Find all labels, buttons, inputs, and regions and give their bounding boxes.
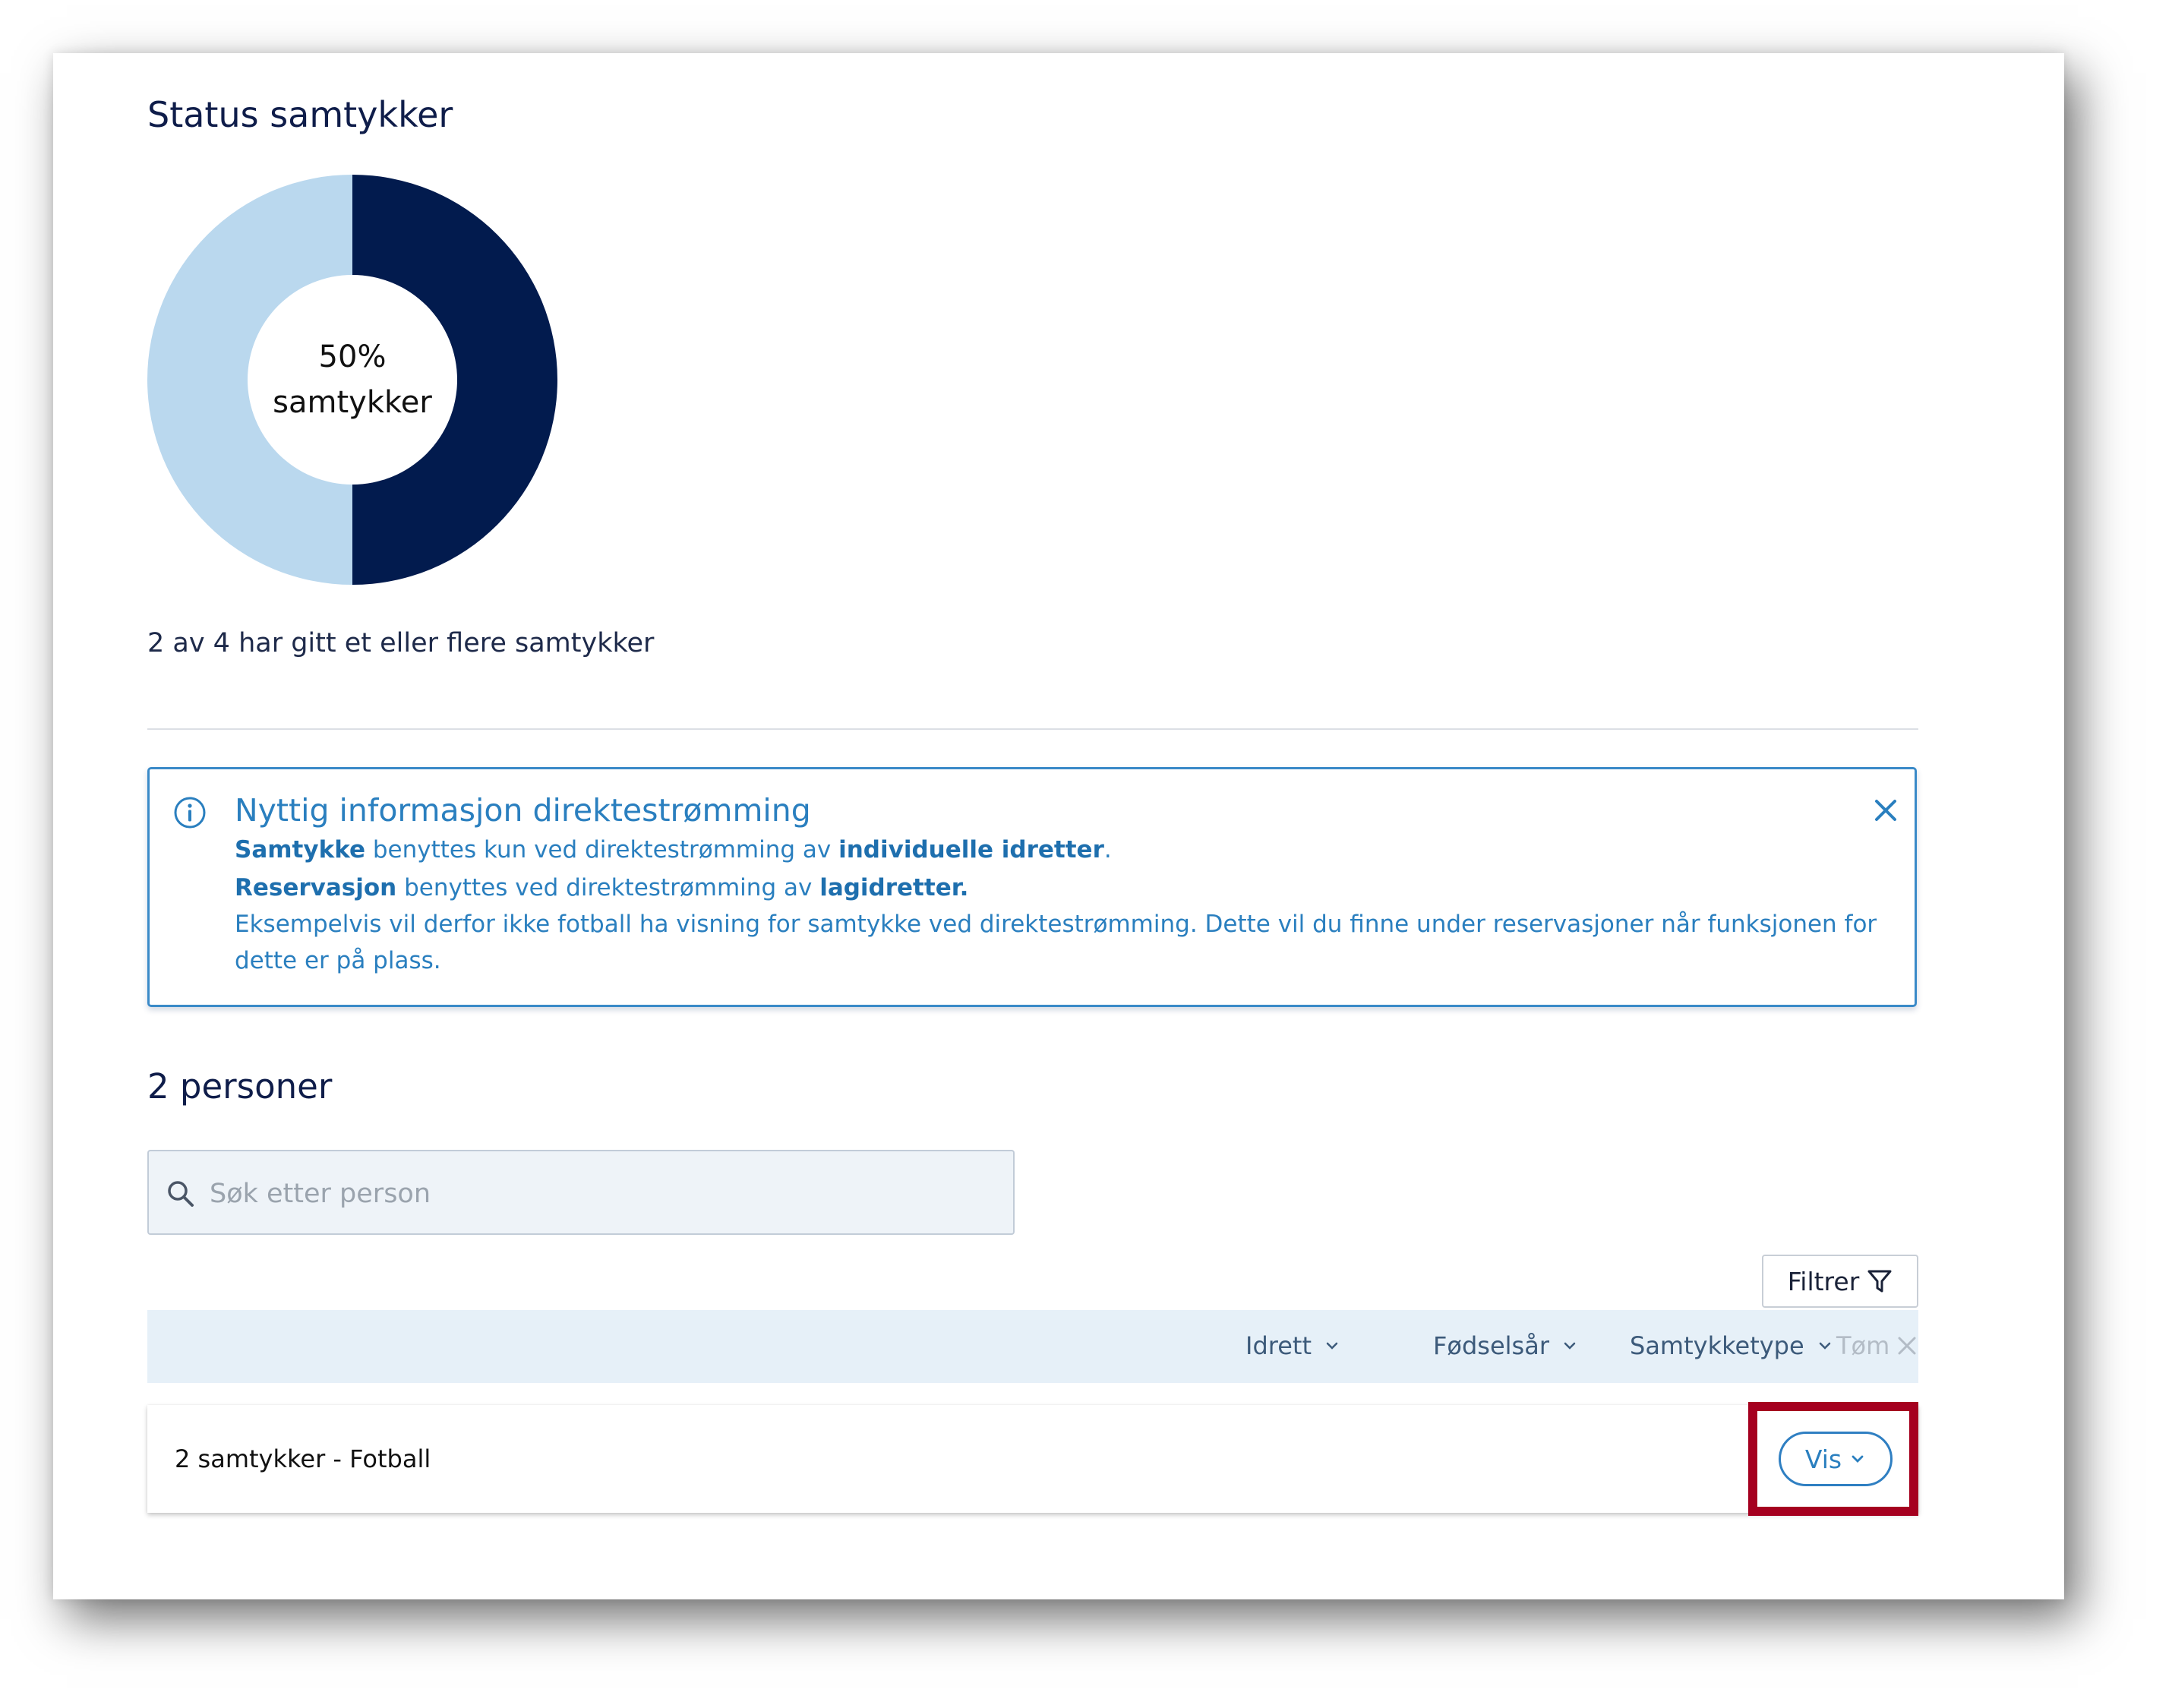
close-icon xyxy=(1898,1337,1916,1355)
info-line-samtykke: Samtykke benyttes kun ved direktestrømmi… xyxy=(235,836,1112,863)
content-panel: Status samtykker 50% samtykker 2 av 4 ha… xyxy=(53,53,2064,1599)
list-item: 2 samtykker - Fotball xyxy=(147,1405,1918,1513)
info-term-individual-sports: individuelle idretter xyxy=(838,836,1104,863)
info-term-samtykke: Samtykke xyxy=(235,836,365,863)
filter-samtykketype-label: Samtykketype xyxy=(1630,1331,1804,1360)
filter-fodselsar-label: Fødselsår xyxy=(1433,1331,1549,1360)
filter-button-label: Filtrer xyxy=(1787,1266,1860,1296)
clear-filters-button[interactable]: Tøm xyxy=(1836,1331,1918,1360)
vis-button-label: Vis xyxy=(1804,1444,1842,1474)
status-title: Status samtykker xyxy=(147,94,453,135)
persons-count-title: 2 personer xyxy=(147,1066,333,1107)
close-icon[interactable] xyxy=(1872,797,1899,824)
info-term-team-sports: lagidretter. xyxy=(819,874,969,901)
info-line-example: Eksempelvis vil derfor ikke fotball ha v… xyxy=(235,911,1877,938)
info-term-reservasjon: Reservasjon xyxy=(235,874,397,901)
donut-caption: samtykker xyxy=(273,385,432,420)
search-icon xyxy=(168,1181,194,1207)
chevron-down-icon xyxy=(1564,1342,1576,1350)
filter-idrett-dropdown[interactable]: Idrett xyxy=(1245,1331,1340,1360)
filter-idrett-label: Idrett xyxy=(1245,1331,1312,1360)
donut-percent: 50% xyxy=(318,339,387,374)
info-text: . xyxy=(1103,836,1112,863)
section-divider xyxy=(147,728,1918,730)
chevron-down-icon xyxy=(1852,1455,1864,1463)
search-input[interactable] xyxy=(208,1171,993,1217)
info-title: Nyttig informasjon direktestrømming xyxy=(235,792,811,829)
consent-summary: 2 av 4 har gitt et eller flere samtykker xyxy=(147,628,655,658)
info-alert: Nyttig informasjon direktestrømming Samt… xyxy=(147,767,1917,1007)
chevron-down-icon xyxy=(1819,1342,1830,1350)
search-field xyxy=(147,1150,1015,1235)
filter-bar: Idrett Fødselsår Samtykketype Tøm xyxy=(147,1310,1918,1383)
list-item-label: 2 samtykker - Fotball xyxy=(175,1444,431,1473)
vis-button[interactable]: Vis xyxy=(1779,1432,1893,1486)
chevron-down-icon xyxy=(1326,1342,1338,1350)
clear-filters-label: Tøm xyxy=(1836,1331,1890,1360)
info-icon xyxy=(174,797,206,829)
funnel-icon xyxy=(1867,1270,1892,1293)
filter-samtykketype-dropdown[interactable]: Samtykketype xyxy=(1630,1331,1833,1360)
donut-center-label: 50% samtykker xyxy=(147,175,557,585)
info-line-example-cont: dette er på plass. xyxy=(235,947,441,974)
info-text: benyttes kun ved direktestrømming av xyxy=(365,836,839,863)
filter-fodselsar-dropdown[interactable]: Fødselsår xyxy=(1433,1331,1578,1360)
info-text: benyttes ved direktestrømming av xyxy=(396,874,820,901)
filter-button[interactable]: Filtrer xyxy=(1762,1255,1918,1308)
screenshot-stage: Status samtykker 50% samtykker 2 av 4 ha… xyxy=(0,0,2172,1708)
info-line-reservasjon: Reservasjon benyttes ved direktestrømmin… xyxy=(235,874,968,901)
